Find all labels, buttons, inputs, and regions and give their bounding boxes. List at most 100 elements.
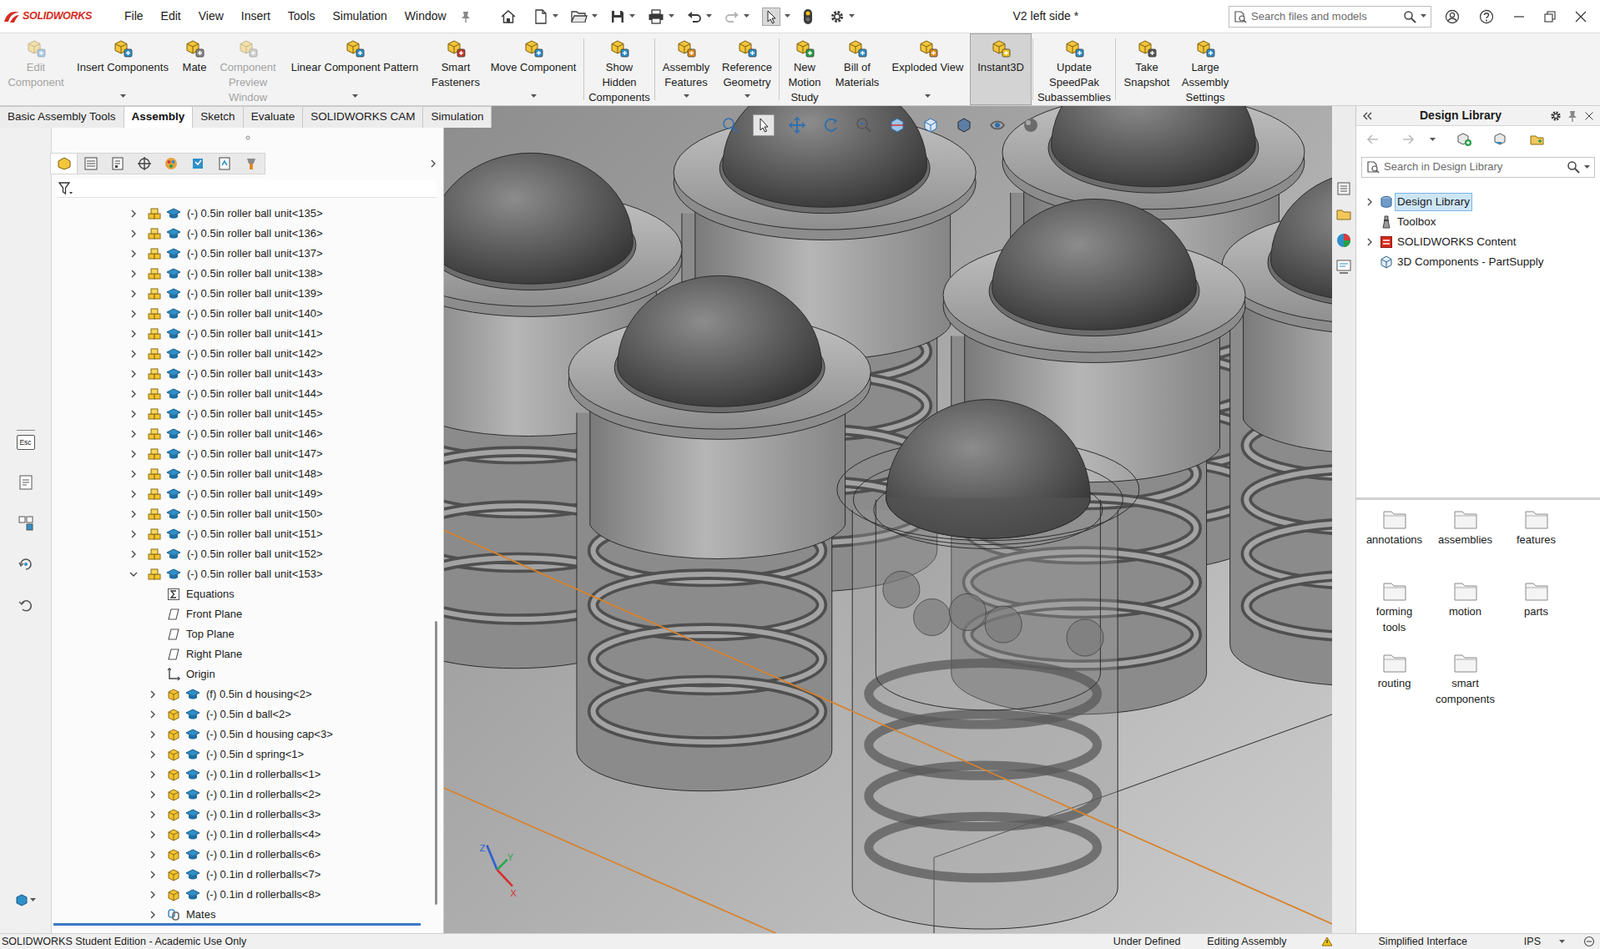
print-icon[interactable] [647, 9, 665, 25]
expander[interactable] [146, 647, 160, 662]
exploded-view-icon[interactable] [917, 38, 939, 59]
display-state-icon[interactable] [166, 487, 182, 501]
tree-row[interactable]: (-) 0.5in roller ball unit<143> [51, 363, 435, 384]
dropdown-arrow-icon[interactable] [629, 14, 636, 19]
tree-row[interactable]: (-) 0.5in roller ball unit<147> [51, 444, 435, 465]
folder-label[interactable]: features [1506, 531, 1567, 548]
assembly-icon[interactable] [147, 387, 162, 401]
collapse-arrow-icon[interactable] [129, 570, 138, 578]
expand-arrow-icon[interactable] [130, 249, 137, 258]
display-state-icon[interactable] [166, 387, 182, 401]
expander[interactable] [146, 587, 160, 601]
part-icon[interactable] [166, 787, 181, 802]
ribbon-button[interactable]: Show Hidden Components [585, 33, 654, 106]
solidworks-content-icon[interactable] [1379, 235, 1394, 249]
assembly-icon[interactable] [147, 427, 162, 441]
tree-label[interactable]: (-) 0.1in d rollerballs<4> [206, 826, 321, 843]
hide-show-icon[interactable] [986, 114, 1009, 137]
layout-icon[interactable] [17, 514, 35, 532]
display-state-icon[interactable] [185, 707, 201, 722]
tree-label[interactable]: (-) 0.1in d rollerballs<7> [206, 866, 321, 884]
display-state-icon[interactable] [185, 868, 201, 882]
tree-label[interactable]: Equations [186, 585, 235, 603]
expand-arrow-icon[interactable] [130, 489, 137, 499]
bill-of-materials-icon[interactable] [846, 38, 869, 59]
assembly-icon[interactable] [147, 206, 162, 221]
ribbon-label[interactable]: Edit Component [4, 60, 68, 91]
display-state-icon[interactable] [166, 287, 182, 301]
dropdown-arrow-icon[interactable] [744, 94, 751, 99]
ribbon-button[interactable]: Reference Geometry [716, 33, 778, 106]
rebuild-status-icon[interactable] [1320, 935, 1334, 948]
expander[interactable] [126, 567, 141, 581]
cam-tool-icon[interactable] [237, 153, 265, 174]
partsupply-icon[interactable] [1379, 255, 1394, 269]
library-icon[interactable] [1379, 195, 1394, 209]
ribbon-label[interactable]: Large Assembly Settings [1179, 60, 1232, 106]
folder-label[interactable]: assemblies [1435, 531, 1496, 548]
rebuild-icon[interactable] [802, 8, 813, 26]
menu-item[interactable]: Insert [241, 7, 271, 26]
assembly-icon[interactable] [147, 447, 162, 461]
menu-item[interactable]: Edit [161, 7, 182, 26]
display-state-icon[interactable] [185, 807, 201, 822]
display-state-icon[interactable] [166, 467, 182, 481]
select-icon[interactable] [762, 7, 781, 26]
expander[interactable] [146, 827, 160, 842]
expand-arrow-icon[interactable] [149, 730, 157, 739]
display-state-icon[interactable] [166, 367, 182, 381]
dropdown-arrow-icon[interactable] [352, 94, 359, 99]
expand-arrow-icon[interactable] [130, 209, 137, 218]
library-item[interactable]: Design Library [1356, 191, 1600, 212]
custom-properties-tab-icon[interactable] [1334, 257, 1353, 276]
tree-row[interactable]: (-) 0.5in roller ball unit<150> [51, 504, 435, 525]
library-item-label[interactable]: Toolbox [1394, 212, 1439, 232]
expand-arrow-icon[interactable] [130, 329, 137, 339]
add-to-library-icon[interactable] [1455, 131, 1473, 147]
tree-label[interactable]: (-) 0.5in roller ball unit<139> [186, 285, 324, 303]
tree-row[interactable]: Origin [51, 664, 435, 685]
ribbon-button[interactable]: Large Assembly Settings [1176, 33, 1234, 106]
ribbon-label[interactable]: Insert Components [72, 60, 173, 76]
dropdown-arrow-icon[interactable] [706, 14, 712, 19]
display-state-icon[interactable] [185, 687, 201, 702]
insert-components-icon[interactable] [111, 38, 134, 59]
ribbon-button[interactable]: Take Snapshot [1116, 33, 1177, 106]
tree-label[interactable]: Mates [186, 906, 216, 924]
pan-icon[interactable] [786, 114, 808, 137]
ribbon-label[interactable]: Reference Geometry [718, 60, 776, 91]
undo-history-icon[interactable] [17, 596, 35, 614]
library-search[interactable] [1361, 156, 1595, 178]
library-folder[interactable]: parts [1500, 580, 1572, 652]
assembly-icon[interactable] [147, 247, 162, 261]
expander[interactable] [126, 206, 141, 221]
units-dropdown-icon[interactable] [1559, 939, 1565, 944]
tree-row[interactable]: (-) 0.1in d rollerballs<8> [51, 884, 435, 905]
expander[interactable] [126, 467, 141, 481]
expander[interactable] [126, 547, 141, 561]
expand-arrow-icon[interactable] [130, 550, 137, 559]
library-folder[interactable]: forming tools [1358, 580, 1430, 652]
model-view[interactable]: ZYX [444, 105, 1333, 934]
instant3d-icon[interactable] [989, 38, 1012, 59]
dropdown-arrow-icon[interactable] [683, 94, 690, 99]
expander[interactable] [126, 367, 141, 381]
dropdown-arrow-icon[interactable] [530, 94, 537, 99]
scroll-thumb[interactable] [53, 923, 421, 926]
ribbon-button[interactable]: Mate [175, 33, 214, 106]
assembly-icon[interactable] [147, 547, 162, 561]
expander[interactable] [146, 807, 160, 822]
expander[interactable] [146, 888, 160, 902]
tree-row[interactable]: Equations [51, 584, 435, 605]
collapse-pane-icon[interactable] [1361, 111, 1373, 122]
tree-label[interactable]: (-) 0.5in roller ball unit<143> [186, 365, 324, 383]
ribbon-button[interactable]: Component Preview Window [213, 33, 283, 106]
tree-label[interactable]: (-) 0.5in roller ball unit<150> [186, 505, 324, 523]
menu-item[interactable]: View [198, 7, 224, 26]
tree-label[interactable]: (-) 0.5in roller ball unit<140> [186, 305, 324, 323]
tree-label[interactable]: (-) 0.5in roller ball unit<147> [186, 445, 324, 463]
expander[interactable] [146, 687, 160, 702]
handle-dot-icon[interactable] [245, 135, 251, 141]
display-state-icon[interactable] [185, 767, 201, 782]
feature-manager-icon[interactable] [50, 153, 78, 174]
